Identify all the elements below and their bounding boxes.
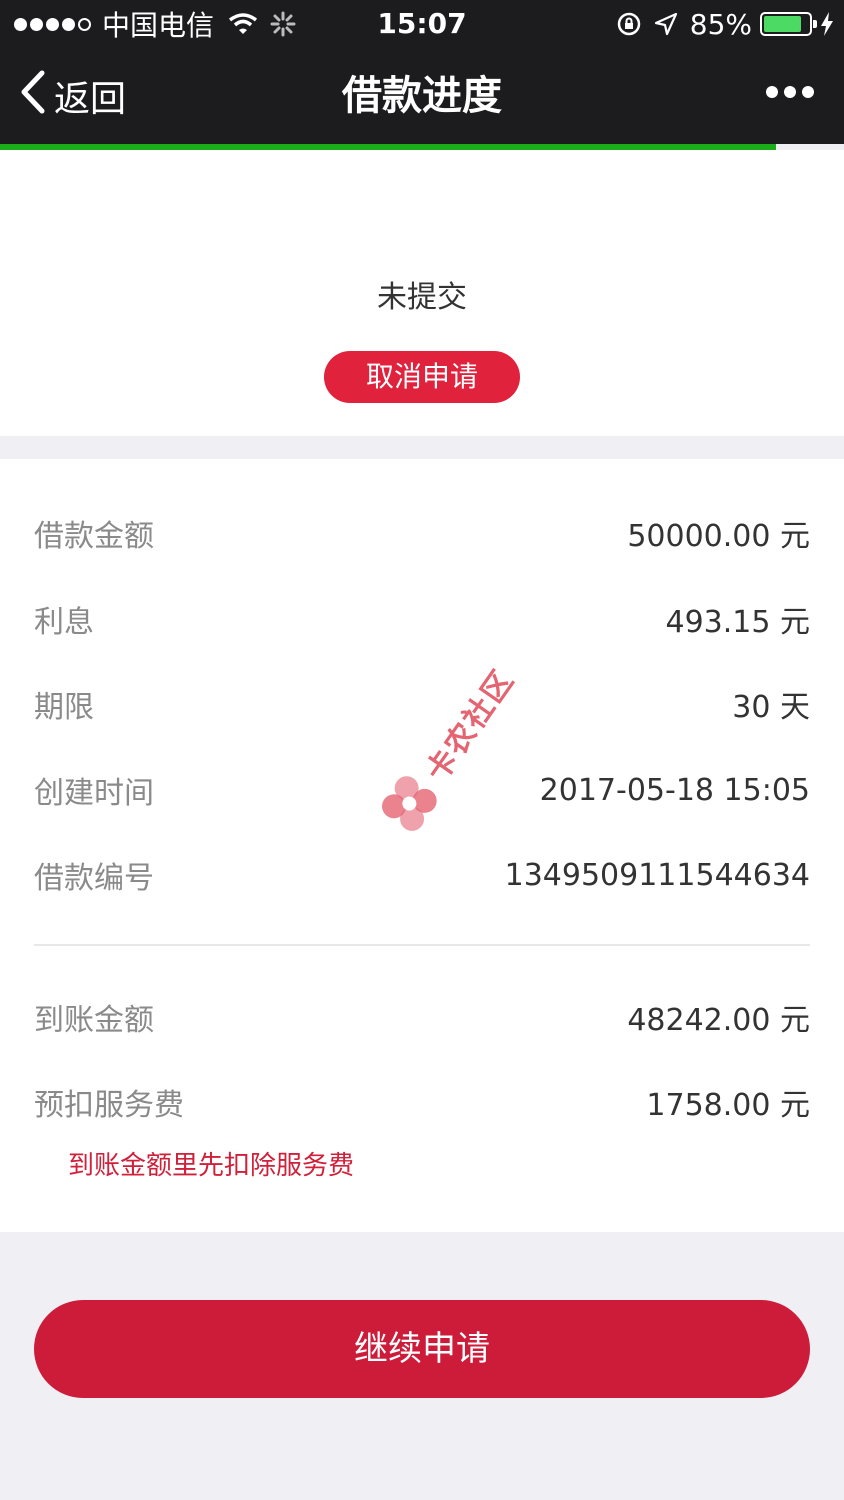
nav-bar: 返回 借款进度 <box>0 48 844 144</box>
detail-label: 创建时间 <box>34 776 154 811</box>
detail-value: 50000.00 元 <box>627 519 810 554</box>
detail-value: 2017-05-18 15:05 <box>539 772 810 808</box>
battery-percent: 85% <box>689 7 752 41</box>
battery-icon <box>760 12 817 36</box>
status-bar-right: 85% <box>616 6 834 42</box>
detail-row-loan-amount: 借款金额 50000.00 元 <box>34 508 810 558</box>
detail-label: 预扣服务费 <box>34 1088 184 1123</box>
detail-value: 48242.00 元 <box>627 1003 810 1038</box>
detail-row-service-fee: 预扣服务费 1758.00 元 <box>34 1077 810 1127</box>
detail-row-loan-number: 借款编号 1349509111544634 <box>34 850 810 900</box>
detail-row-term: 期限 30 天 <box>34 679 810 729</box>
location-icon <box>654 12 678 36</box>
detail-label: 利息 <box>34 605 94 640</box>
detail-label: 到账金额 <box>34 1003 154 1038</box>
status-bar: 中国电信 15:07 85% <box>0 0 844 48</box>
page-title: 借款进度 <box>342 73 502 119</box>
continue-application-button[interactable]: 继续申请 <box>34 1300 810 1398</box>
detail-value: 493.15 元 <box>665 605 810 640</box>
detail-row-interest: 利息 493.15 元 <box>34 594 810 644</box>
detail-value: 30 天 <box>732 690 810 725</box>
detail-value: 1349509111544634 <box>504 857 810 893</box>
loan-details-card: 借款金额 50000.00 元 利息 493.15 元 期限 30 天 创建时间… <box>0 459 844 1232</box>
detail-label: 期限 <box>34 690 94 725</box>
application-status: 未提交 <box>377 280 467 315</box>
detail-row-received-amount: 到账金额 48242.00 元 <box>34 992 810 1042</box>
detail-label: 借款金额 <box>34 519 154 554</box>
service-fee-note: 到账金额里先扣除服务费 <box>68 1151 355 1181</box>
charging-icon <box>820 12 834 36</box>
cancel-application-button[interactable]: 取消申请 <box>324 351 520 403</box>
divider <box>34 944 810 946</box>
detail-label: 借款编号 <box>34 861 154 896</box>
detail-value: 1758.00 元 <box>646 1088 810 1123</box>
rotation-lock-icon <box>616 11 642 37</box>
status-card: 未提交 取消申请 <box>0 150 844 436</box>
more-icon[interactable] <box>760 86 814 98</box>
